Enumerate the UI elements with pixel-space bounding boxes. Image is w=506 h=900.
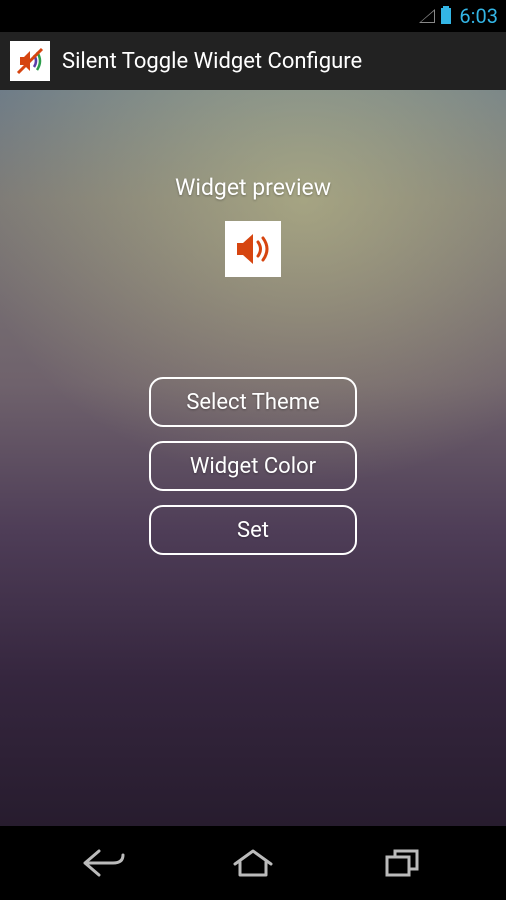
status-time: 6:03 [459,4,498,28]
recent-apps-button[interactable] [367,838,437,888]
back-button[interactable] [69,838,139,888]
navigation-bar [0,826,506,900]
signal-icon [419,9,435,23]
set-button[interactable]: Set [149,505,357,555]
home-icon [231,848,275,878]
action-bar: Silent Toggle Widget Configure [0,32,506,90]
button-group: Select Theme Widget Color Set [149,377,357,555]
recent-apps-icon [383,847,421,879]
back-icon [81,847,127,879]
widget-preview-label: Widget preview [175,174,331,201]
widget-color-button[interactable]: Widget Color [149,441,357,491]
page-title: Silent Toggle Widget Configure [62,49,362,74]
content-area: Widget preview Select Theme Widget Color… [0,90,506,826]
speaker-on-icon [231,227,275,271]
status-bar: 6:03 [0,0,506,32]
app-icon [10,41,50,81]
widget-preview [225,221,281,277]
home-button[interactable] [218,838,288,888]
battery-icon [441,8,451,24]
select-theme-button[interactable]: Select Theme [149,377,357,427]
